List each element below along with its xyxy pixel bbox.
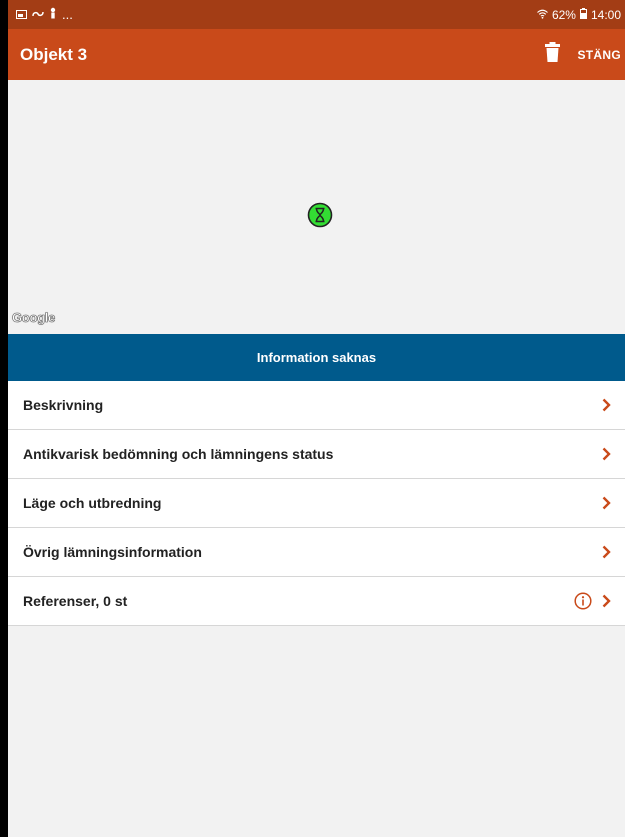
trash-icon: [544, 42, 560, 67]
map-view[interactable]: Google: [8, 80, 625, 334]
link-icon: [32, 7, 44, 22]
chevron-right-icon: [602, 496, 611, 510]
screen-edge: [0, 0, 8, 837]
toolbar-actions: STÄNG: [544, 42, 622, 67]
status-notifications: ...: [16, 7, 73, 22]
chevron-right-icon: [602, 594, 611, 608]
battery-percent: 62%: [551, 7, 576, 22]
more-notifications: ...: [62, 7, 73, 22]
list-item-actions: [574, 592, 611, 610]
list-item-beskrivning[interactable]: Beskrivning: [8, 381, 625, 430]
banner-text: Information saknas: [256, 350, 377, 365]
image-icon: [16, 10, 27, 19]
chevron-right-icon: [602, 545, 611, 559]
delete-button[interactable]: [544, 42, 560, 67]
detail-list: Beskrivning Antikvarisk bedömning och lä…: [8, 381, 625, 626]
info-icon: [574, 592, 592, 610]
hourglass-marker-icon[interactable]: [307, 202, 333, 233]
close-button[interactable]: STÄNG: [578, 44, 622, 66]
list-item-ovrig[interactable]: Övrig lämningsinformation: [8, 528, 625, 577]
list-item-label: Övrig lämningsinformation: [23, 544, 202, 560]
clock: 14:00: [590, 7, 621, 22]
app-toolbar: Objekt 3 STÄNG: [8, 29, 625, 80]
list-item-lage[interactable]: Läge och utbredning: [8, 479, 625, 528]
list-item-antikvarisk[interactable]: Antikvarisk bedömning och lämningens sta…: [8, 430, 625, 479]
list-item-label: Antikvarisk bedömning och lämningens sta…: [23, 446, 334, 462]
page-title: Objekt 3: [20, 44, 88, 64]
status-system: 62% 14:00: [537, 7, 621, 22]
list-item-label: Beskrivning: [23, 397, 104, 413]
battery-icon: [579, 7, 587, 22]
google-logo: Google: [12, 310, 56, 326]
status-bar: ... 62% 14:00: [8, 0, 625, 29]
chevron-right-icon: [602, 398, 611, 412]
list-item-referenser[interactable]: Referenser, 0 st: [8, 577, 625, 626]
list-item-label: Läge och utbredning: [23, 495, 162, 511]
wifi-icon: [537, 8, 548, 22]
app-screen: ... 62% 14:00 Objekt 3 STÄNG Google Info…: [0, 0, 625, 837]
chevron-right-icon: [602, 447, 611, 461]
person-icon: [49, 7, 57, 22]
missing-info-banner: Information saknas: [8, 334, 625, 381]
list-item-label: Referenser, 0 st: [23, 593, 128, 609]
